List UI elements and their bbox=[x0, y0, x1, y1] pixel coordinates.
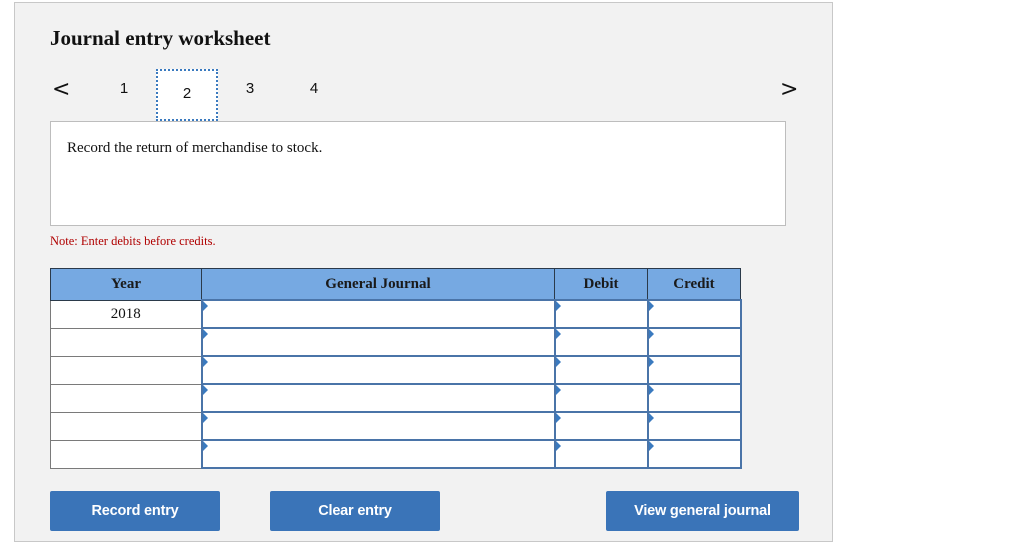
worksheet-title: Journal entry worksheet bbox=[50, 26, 271, 50]
table-row: 2018 bbox=[50, 299, 742, 329]
step-3[interactable]: 3 bbox=[240, 80, 260, 97]
debit-input[interactable] bbox=[555, 441, 647, 467]
table-header-row: Year General Journal Debit Credit bbox=[50, 268, 741, 301]
credit-input[interactable] bbox=[648, 413, 740, 439]
account-cell bbox=[200, 299, 556, 329]
credit-cell bbox=[646, 439, 742, 469]
credit-input[interactable] bbox=[648, 329, 740, 355]
debit-cell bbox=[553, 383, 649, 413]
dropdown-marker-icon bbox=[202, 441, 208, 451]
credit-input[interactable] bbox=[648, 441, 740, 467]
chevron-right-icon[interactable]: > bbox=[780, 78, 798, 102]
debit-input[interactable] bbox=[555, 357, 647, 383]
table-row bbox=[50, 411, 742, 441]
instruction-text: Record the return of merchandise to stoc… bbox=[67, 140, 323, 156]
dropdown-marker-icon bbox=[555, 413, 561, 423]
dropdown-marker-icon bbox=[648, 301, 654, 311]
debit-cell bbox=[553, 299, 649, 329]
account-input[interactable] bbox=[202, 301, 554, 327]
view-general-journal-button[interactable]: View general journal bbox=[606, 491, 799, 531]
header-year: Year bbox=[50, 268, 202, 301]
account-input[interactable] bbox=[202, 329, 554, 355]
journal-table: Year General Journal Debit Credit 2018 bbox=[50, 268, 742, 469]
header-credit: Credit bbox=[647, 268, 741, 301]
header-general-journal: General Journal bbox=[201, 268, 555, 301]
debit-cell bbox=[553, 327, 649, 357]
credit-cell bbox=[646, 299, 742, 329]
debit-cell bbox=[553, 439, 649, 469]
credit-cell bbox=[646, 411, 742, 441]
table-row bbox=[50, 355, 742, 385]
credit-cell bbox=[646, 383, 742, 413]
step-2-active[interactable]: 2 bbox=[156, 69, 218, 121]
table-row bbox=[50, 383, 742, 413]
account-input[interactable] bbox=[202, 385, 554, 411]
credit-input[interactable] bbox=[648, 385, 740, 411]
year-cell bbox=[50, 355, 202, 385]
credit-cell bbox=[646, 327, 742, 357]
dropdown-marker-icon bbox=[648, 357, 654, 367]
account-cell bbox=[200, 383, 556, 413]
table-row bbox=[50, 439, 742, 469]
dropdown-marker-icon bbox=[555, 357, 561, 367]
account-cell bbox=[200, 327, 556, 357]
note-text: Note: Enter debits before credits. bbox=[50, 234, 216, 248]
dropdown-marker-icon bbox=[555, 329, 561, 339]
table-row bbox=[50, 327, 742, 357]
year-cell bbox=[50, 383, 202, 413]
dropdown-marker-icon bbox=[555, 301, 561, 311]
debit-cell bbox=[553, 355, 649, 385]
account-input[interactable] bbox=[202, 441, 554, 467]
dropdown-marker-icon bbox=[202, 385, 208, 395]
debit-input[interactable] bbox=[555, 385, 647, 411]
header-debit: Debit bbox=[554, 268, 648, 301]
chevron-left-icon[interactable]: < bbox=[52, 78, 70, 102]
account-cell bbox=[200, 439, 556, 469]
year-cell bbox=[50, 411, 202, 441]
clear-entry-button[interactable]: Clear entry bbox=[270, 491, 440, 531]
account-input[interactable] bbox=[202, 357, 554, 383]
dropdown-marker-icon bbox=[202, 301, 208, 311]
debit-input[interactable] bbox=[555, 301, 647, 327]
dropdown-marker-icon bbox=[648, 385, 654, 395]
debit-cell bbox=[553, 411, 649, 441]
step-4[interactable]: 4 bbox=[304, 80, 324, 97]
account-cell bbox=[200, 355, 556, 385]
year-cell bbox=[50, 439, 202, 469]
year-cell: 2018 bbox=[50, 299, 202, 329]
dropdown-marker-icon bbox=[555, 385, 561, 395]
debit-input[interactable] bbox=[555, 329, 647, 355]
year-cell bbox=[50, 327, 202, 357]
instruction-box: Record the return of merchandise to stoc… bbox=[50, 121, 786, 226]
account-input[interactable] bbox=[202, 413, 554, 439]
step-1[interactable]: 1 bbox=[114, 80, 134, 97]
dropdown-marker-icon bbox=[648, 413, 654, 423]
account-cell bbox=[200, 411, 556, 441]
dropdown-marker-icon bbox=[202, 357, 208, 367]
record-entry-button[interactable]: Record entry bbox=[50, 491, 220, 531]
dropdown-marker-icon bbox=[648, 329, 654, 339]
credit-input[interactable] bbox=[648, 357, 740, 383]
credit-input[interactable] bbox=[648, 301, 740, 327]
debit-input[interactable] bbox=[555, 413, 647, 439]
dropdown-marker-icon bbox=[648, 441, 654, 451]
dropdown-marker-icon bbox=[202, 413, 208, 423]
dropdown-marker-icon bbox=[555, 441, 561, 451]
credit-cell bbox=[646, 355, 742, 385]
dropdown-marker-icon bbox=[202, 329, 208, 339]
